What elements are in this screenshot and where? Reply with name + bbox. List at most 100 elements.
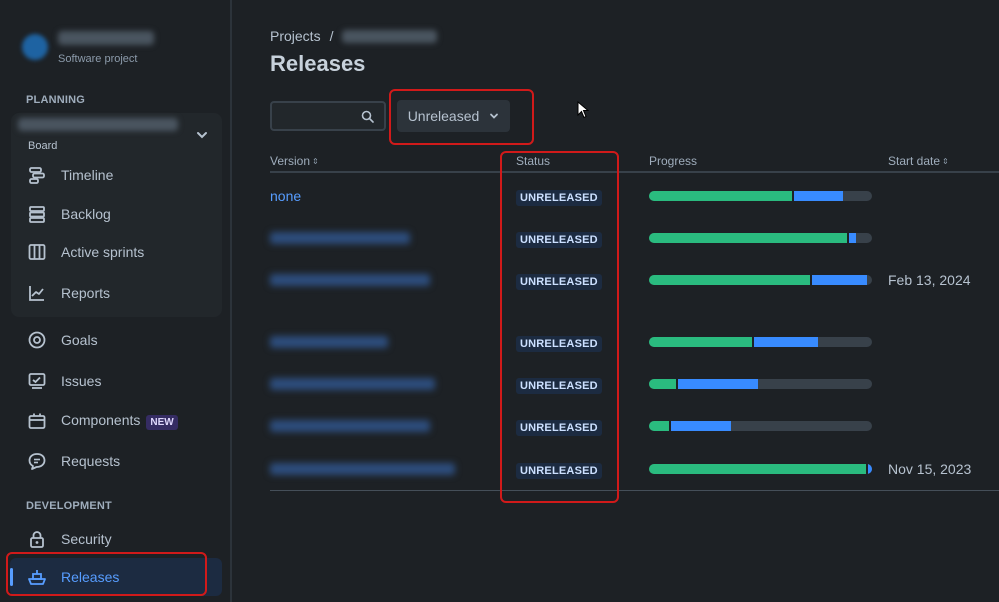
- progress-in-progress-segment: [811, 275, 868, 285]
- table-footer-divider: [270, 490, 999, 491]
- table-row[interactable]: UNRELEASED: [270, 369, 999, 399]
- sidebar-item-label: Active sprints: [61, 244, 145, 260]
- progress-done-segment: [649, 275, 810, 285]
- issues-icon: [26, 370, 48, 392]
- progress-bar[interactable]: [649, 275, 872, 285]
- ship-icon: [26, 566, 48, 588]
- progress-bar[interactable]: [649, 464, 872, 474]
- version-link-redacted[interactable]: [270, 378, 435, 390]
- sidebar-item-label: Releases: [61, 569, 120, 585]
- sidebar-item-goals[interactable]: Goals: [26, 324, 216, 356]
- sidebar-item-reports[interactable]: Reports: [26, 277, 216, 309]
- sidebar-item-releases[interactable]: Releases: [26, 561, 216, 593]
- column-header-progress: Progress: [649, 154, 697, 168]
- version-link-redacted[interactable]: [270, 336, 388, 348]
- sidebar-item-components[interactable]: Components NEW: [26, 405, 216, 437]
- progress-in-progress-segment: [849, 233, 857, 243]
- board-name-redacted[interactable]: [18, 118, 178, 131]
- active-sprints-icon: [26, 241, 48, 263]
- filter-label: Unreleased: [407, 108, 480, 124]
- active-indicator: [10, 568, 13, 586]
- sidebar-item-label: Goals: [61, 332, 98, 348]
- status-filter-dropdown[interactable]: Unreleased: [397, 100, 510, 132]
- progress-in-progress-segment: [867, 464, 872, 474]
- sidebar-item-label: Components NEW: [61, 412, 178, 430]
- table-row[interactable]: UNRELEASED: [270, 223, 999, 253]
- column-header-label: Status: [516, 154, 551, 168]
- progress-in-progress-segment: [793, 191, 843, 201]
- progress-bar[interactable]: [649, 233, 872, 243]
- table-header-divider: [270, 171, 999, 173]
- sidebar: Software project PLANNING Board Timeline…: [0, 0, 232, 602]
- table-row[interactable]: UNRELEASED: [270, 327, 999, 357]
- reports-icon: [26, 282, 48, 304]
- start-date: Feb 13, 2024: [888, 272, 971, 288]
- column-header-status: Status: [516, 154, 550, 168]
- version-link-redacted[interactable]: [270, 420, 430, 432]
- table-row[interactable]: UNRELEASED Nov 15, 2023: [270, 454, 999, 484]
- version-link[interactable]: none: [270, 188, 301, 204]
- breadcrumb-projects[interactable]: Projects: [270, 28, 321, 44]
- sidebar-item-label: Reports: [61, 285, 111, 301]
- column-header-label: Version: [270, 154, 311, 168]
- search-icon: [361, 110, 374, 123]
- sidebar-item-label: Timeline: [61, 167, 114, 183]
- status-badge: UNRELEASED: [516, 420, 602, 436]
- status-badge: UNRELEASED: [516, 232, 602, 248]
- table-row[interactable]: none UNRELEASED: [270, 181, 999, 211]
- sidebar-item-timeline[interactable]: Timeline: [26, 159, 216, 191]
- progress-done-segment: [649, 337, 752, 347]
- sidebar-item-label: Security: [61, 531, 112, 547]
- components-icon: [26, 410, 48, 432]
- page-title: Releases: [270, 51, 366, 76]
- project-avatar[interactable]: [22, 34, 48, 60]
- status-badge: UNRELEASED: [516, 336, 602, 352]
- progress-done-segment: [649, 379, 676, 389]
- column-header-version[interactable]: Version ⇕: [270, 154, 319, 168]
- planning-section-title: PLANNING: [26, 94, 86, 106]
- new-badge: NEW: [146, 415, 178, 430]
- column-header-label: Start date: [888, 154, 941, 168]
- progress-in-progress-segment: [677, 379, 759, 389]
- table-row[interactable]: UNRELEASED Feb 13, 2024: [270, 265, 999, 295]
- status-badge: UNRELEASED: [516, 190, 602, 206]
- breadcrumb: Projects /: [270, 28, 438, 44]
- progress-done-segment: [649, 464, 866, 474]
- project-name-redacted[interactable]: [58, 31, 154, 45]
- column-header-label: Progress: [649, 154, 698, 168]
- column-header-start-date[interactable]: Start date ⇕: [888, 154, 949, 168]
- chevron-down-icon: [490, 113, 499, 119]
- table-row[interactable]: UNRELEASED: [270, 411, 999, 441]
- mouse-cursor-icon: [577, 101, 589, 119]
- progress-bar[interactable]: [649, 191, 872, 201]
- progress-in-progress-segment: [671, 421, 732, 431]
- sidebar-item-label: Backlog: [61, 206, 111, 222]
- progress-bar[interactable]: [649, 337, 872, 347]
- version-link-redacted[interactable]: [270, 274, 430, 286]
- breadcrumb-project-redacted[interactable]: [342, 29, 438, 43]
- sidebar-item-backlog[interactable]: Backlog: [26, 198, 216, 230]
- progress-bar[interactable]: [649, 421, 872, 431]
- progress-bar[interactable]: [649, 379, 872, 389]
- project-type: Software project: [58, 53, 138, 65]
- start-date: Nov 15, 2023: [888, 461, 972, 477]
- sort-icon: ⇕: [312, 156, 319, 166]
- sidebar-item-active-sprints[interactable]: Active sprints: [26, 236, 216, 268]
- timeline-icon: [26, 164, 48, 186]
- search-input[interactable]: [270, 101, 386, 131]
- lock-icon: [26, 528, 48, 550]
- status-badge: UNRELEASED: [516, 274, 602, 290]
- backlog-icon: [26, 203, 48, 225]
- sidebar-item-requests[interactable]: Requests: [26, 445, 216, 477]
- version-link-redacted[interactable]: [270, 232, 410, 244]
- progress-done-segment: [649, 421, 670, 431]
- sidebar-item-label: Requests: [61, 453, 121, 469]
- goals-icon: [26, 329, 48, 351]
- status-badge: UNRELEASED: [516, 463, 602, 479]
- chevron-down-icon[interactable]: [195, 128, 209, 142]
- sidebar-item-issues[interactable]: Issues: [26, 365, 216, 397]
- version-link-redacted[interactable]: [270, 463, 455, 475]
- breadcrumb-separator: /: [329, 28, 334, 44]
- sidebar-item-security[interactable]: Security: [26, 523, 216, 555]
- sidebar-item-label: Issues: [61, 373, 102, 389]
